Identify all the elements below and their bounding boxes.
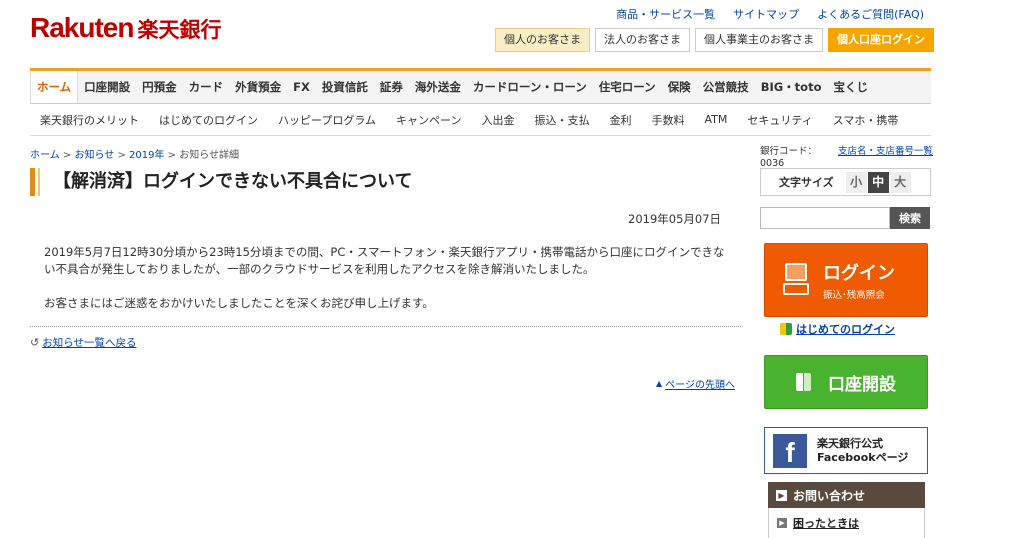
trouble-link[interactable]: ▶ 困ったときは xyxy=(768,508,925,538)
tab-sole-proprietor[interactable]: 個人事業主のお客さま xyxy=(695,28,823,52)
computer-icon xyxy=(783,263,809,297)
site-search: 検索 xyxy=(760,207,930,229)
font-size-large-button[interactable]: 大 xyxy=(889,171,911,193)
facebook-line1: 楽天銀行公式 xyxy=(817,436,883,450)
search-input[interactable] xyxy=(760,207,890,229)
search-button[interactable]: 検索 xyxy=(890,207,930,229)
customer-type-tabs: 個人のお客さま 法人のお客さま 個人事業主のお客さま 個人口座ログイン xyxy=(495,28,934,52)
snav-interest-rate[interactable]: 金利 xyxy=(599,112,641,128)
font-size-medium-button[interactable]: 中 xyxy=(867,171,889,193)
gnav-securities[interactable]: 証券 xyxy=(374,71,409,103)
back-to-news-label: お知らせ一覧へ戻る xyxy=(42,337,137,349)
breadcrumb-sep: > xyxy=(59,150,75,161)
beginner-mark-icon xyxy=(780,323,792,335)
article-paragraph: お客さまにはご迷惑をおかけいたしましたことを深くお詫び申し上げます。 xyxy=(44,296,434,310)
breadcrumb: ホーム > お知らせ > 2019年 > お知らせ詳細 xyxy=(30,146,239,161)
snav-first-login[interactable]: はじめてのログイン xyxy=(149,112,268,128)
gnav-big-toto[interactable]: BIG・toto xyxy=(755,71,828,103)
tab-corporate[interactable]: 法人のお客さま xyxy=(595,28,690,52)
first-login-label: はじめてのログイン xyxy=(796,323,895,336)
util-link-faq[interactable]: よくあるご質問(FAQ) xyxy=(817,6,924,22)
facebook-icon: f xyxy=(773,433,807,468)
divider xyxy=(30,326,741,327)
back-to-news-link[interactable]: ↺ お知らせ一覧へ戻る xyxy=(30,335,137,350)
beginner-mark-icon xyxy=(796,373,812,391)
breadcrumb-current: お知らせ詳細 xyxy=(179,150,240,161)
login-button[interactable]: ログイン 振込･残高照会 xyxy=(764,243,928,317)
breadcrumb-sep: > xyxy=(164,150,180,161)
facebook-line2: Facebookページ xyxy=(817,450,909,464)
login-subtitle: 振込･残高照会 xyxy=(823,290,885,301)
gnav-overseas-remittance[interactable]: 海外送金 xyxy=(409,71,467,103)
contact-label: お問い合わせ xyxy=(793,488,866,503)
gnav-foreign-deposit[interactable]: 外貨預金 xyxy=(229,71,287,103)
logo-rakuten: Rakuten xyxy=(30,12,134,43)
font-size-switcher: 文字サイズ 小 中 大 xyxy=(760,168,931,196)
page-top-link[interactable]: ▲ ページの先頭へ xyxy=(656,376,735,391)
branch-list-link[interactable]: 支店名・支店番号一覧 xyxy=(838,146,933,158)
open-account-button[interactable]: 口座開設 xyxy=(764,355,928,409)
page-top-label: ページの先頭へ xyxy=(665,380,735,391)
bank-code-info: 銀行コード： 0036 支店名・支店番号一覧 xyxy=(760,146,933,170)
snav-security[interactable]: セキュリティ xyxy=(737,112,822,128)
gnav-public-racing[interactable]: 公営競技 xyxy=(697,71,755,103)
triangle-right-icon: ▶ xyxy=(777,518,787,528)
facebook-page-link[interactable]: f 楽天銀行公式 Facebookページ xyxy=(764,427,928,474)
trouble-label: 困ったときは xyxy=(793,517,859,530)
article-paragraph: 2019年5月7日12時30分頃から23時15分頃までの間、PC・スマートフォン… xyxy=(44,245,725,276)
snav-merits[interactable]: 楽天銀行のメリット xyxy=(30,112,149,128)
article-body: 2019年5月7日12時30分頃から23時15分頃までの間、PC・スマートフォン… xyxy=(44,244,734,312)
gnav-insurance[interactable]: 保険 xyxy=(662,71,697,103)
sub-nav: 楽天銀行のメリット はじめてのログイン ハッピープログラム キャンペーン 入出金… xyxy=(30,104,931,136)
contact-heading: ▶ お問い合わせ xyxy=(768,482,925,508)
snav-fees[interactable]: 手数料 xyxy=(641,112,694,128)
snav-smartphone[interactable]: スマホ・携帯 xyxy=(823,112,909,128)
return-arrow-icon: ↺ xyxy=(30,336,40,349)
gnav-card-loan[interactable]: カードローン・ローン xyxy=(467,71,593,103)
first-login-link[interactable]: はじめてのログイン xyxy=(780,321,895,337)
gnav-lottery[interactable]: 宝くじ xyxy=(827,71,874,103)
gnav-investment-trust[interactable]: 投資信託 xyxy=(316,71,374,103)
breadcrumb-news[interactable]: お知らせ xyxy=(74,150,114,161)
util-link-sitemap[interactable]: サイトマップ xyxy=(733,6,799,22)
utility-links: 商品・サービス一覧 サイトマップ よくあるご質問(FAQ) xyxy=(616,6,924,22)
gnav-home[interactable]: ホーム xyxy=(30,71,79,103)
page-title: 【解消済】ログインできない不具合について xyxy=(30,168,740,196)
login-title: ログイン xyxy=(823,263,895,284)
breadcrumb-sep: > xyxy=(114,150,130,161)
article-date: 2019年05月07日 xyxy=(628,212,722,226)
snav-deposit-withdraw[interactable]: 入出金 xyxy=(471,112,524,128)
snav-happy-program[interactable]: ハッピープログラム xyxy=(268,112,386,128)
global-nav: ホーム 口座開設 円預金 カード 外貨預金 FX 投資信託 証券 海外送金 カー… xyxy=(30,68,931,104)
snav-transfer-payment[interactable]: 振込・支払 xyxy=(524,112,599,128)
snav-atm[interactable]: ATM xyxy=(694,113,737,126)
font-size-small-button[interactable]: 小 xyxy=(845,171,867,193)
logo-bank-name: 楽天銀行 xyxy=(137,18,222,42)
triangle-up-icon: ▲ xyxy=(656,379,663,388)
gnav-open-account[interactable]: 口座開設 xyxy=(78,71,136,103)
font-size-label: 文字サイズ xyxy=(779,176,834,189)
gnav-mortgage[interactable]: 住宅ローン xyxy=(593,71,662,103)
personal-account-login-button[interactable]: 個人口座ログイン xyxy=(828,28,934,52)
util-link-services[interactable]: 商品・サービス一覧 xyxy=(616,6,715,22)
rakuten-bank-logo[interactable]: Rakuten 楽天銀行 xyxy=(30,12,221,44)
open-account-label: 口座開設 xyxy=(828,374,896,395)
tab-individual[interactable]: 個人のお客さま xyxy=(495,28,590,52)
breadcrumb-home[interactable]: ホーム xyxy=(30,150,60,161)
breadcrumb-year[interactable]: 2019年 xyxy=(129,150,164,161)
gnav-card[interactable]: カード xyxy=(183,71,230,103)
triangle-right-icon: ▶ xyxy=(776,489,787,501)
snav-campaign[interactable]: キャンペーン xyxy=(386,112,471,128)
gnav-yen-deposit[interactable]: 円預金 xyxy=(136,71,183,103)
gnav-fx[interactable]: FX xyxy=(287,71,316,103)
